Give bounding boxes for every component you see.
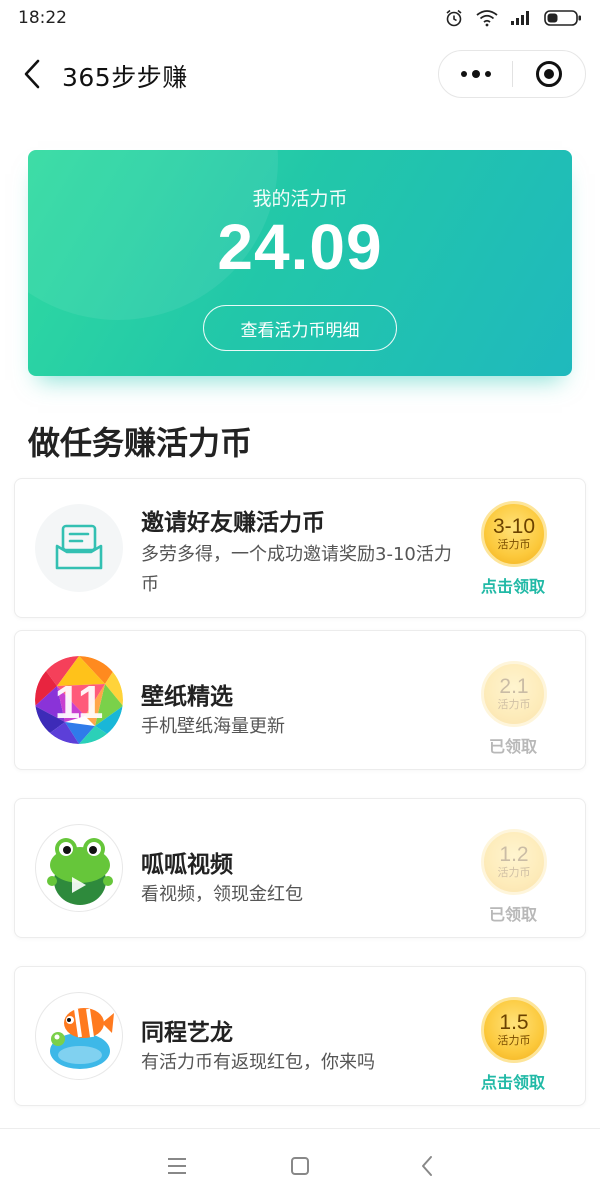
coin-unit: 活力币 — [497, 698, 531, 711]
battery-icon — [544, 10, 581, 26]
task-card-invite[interactable]: 邀请好友赚活力币 多劳多得，一个成功邀请奖励3-10活力币 3-10 活力币 点… — [14, 478, 586, 618]
coin-badge: 1.2 活力币 — [481, 829, 547, 895]
coin-unit: 活力币 — [497, 1034, 531, 1047]
task-title: 同程艺龙 — [141, 1020, 233, 1046]
envelope-icon — [35, 504, 123, 592]
wifi-icon — [476, 10, 498, 27]
task-card-video[interactable]: 呱呱视频 看视频，领现金红包 1.2 活力币 已领取 — [14, 798, 586, 938]
balance-value: 24.09 — [217, 211, 383, 283]
view-details-button[interactable]: 查看活力币明细 — [203, 305, 397, 351]
frog-app-icon — [35, 824, 123, 912]
coin-unit: 活力币 — [497, 538, 531, 551]
coin-value: 1.2 — [499, 843, 529, 866]
coin-badge: 2.1 活力币 — [481, 661, 547, 727]
coin-badge: 1.5 活力币 — [481, 997, 547, 1063]
more-dots-icon — [460, 70, 491, 78]
section-title: 做任务赚活力币 — [28, 424, 253, 462]
close-mini-program-button[interactable] — [513, 51, 585, 97]
signal-icon — [511, 11, 529, 25]
task-title: 呱呱视频 — [141, 852, 233, 878]
task-card-travel[interactable]: 同程艺龙 有活力币有返现红包，你来吗 1.5 活力币 点击领取 — [14, 966, 586, 1106]
clownfish-app-icon — [35, 992, 123, 1080]
status-time: 18:22 — [18, 8, 67, 28]
mini-program-capsule — [438, 50, 586, 98]
task-description: 手机壁纸海量更新 — [141, 716, 285, 737]
coin-value: 2.1 — [499, 675, 529, 698]
balance-label: 我的活力币 — [252, 188, 348, 210]
task-card-wallpaper[interactable]: 11 壁纸精选 手机壁纸海量更新 2.1 活力币 已领取 — [14, 630, 586, 770]
coin-badge: 3-10 活力币 — [481, 501, 547, 567]
home-square-icon[interactable] — [285, 1151, 315, 1181]
task-title: 邀请好友赚活力币 — [141, 510, 325, 536]
page-title: 365步步赚 — [62, 63, 188, 92]
back-triangle-icon[interactable] — [412, 1151, 442, 1181]
status-bar: 18:22 — [0, 0, 600, 36]
menu-icon[interactable] — [162, 1151, 192, 1181]
coin-value: 1.5 — [499, 1011, 529, 1034]
balance-card: 我的活力币 24.09 查看活力币明细 — [28, 150, 572, 376]
coin-value: 3-10 — [492, 515, 536, 538]
task-title: 壁纸精选 — [141, 684, 233, 710]
back-button[interactable] — [14, 54, 50, 94]
claim-button[interactable]: 点击领取 — [463, 573, 563, 597]
wallpaper-app-icon: 11 — [35, 656, 123, 744]
task-description: 有活力币有返现红包，你来吗 — [141, 1052, 375, 1073]
svg-text:11: 11 — [55, 676, 104, 728]
claimed-label: 已领取 — [488, 737, 537, 756]
more-options-button[interactable] — [439, 51, 512, 97]
nav-bar: 365步步赚 — [0, 46, 600, 102]
system-navigation-bar — [0, 1128, 600, 1200]
coin-unit: 活力币 — [497, 866, 531, 879]
status-icons — [444, 8, 582, 28]
task-description: 看视频，领现金红包 — [141, 884, 303, 905]
task-description: 多劳多得，一个成功邀请奖励3-10活力币 — [141, 544, 452, 595]
alarm-icon — [446, 9, 462, 27]
back-arrow-icon — [24, 59, 40, 89]
claimed-label: 已领取 — [488, 905, 537, 924]
claim-button[interactable]: 点击领取 — [463, 1069, 563, 1093]
target-close-icon — [535, 61, 562, 87]
